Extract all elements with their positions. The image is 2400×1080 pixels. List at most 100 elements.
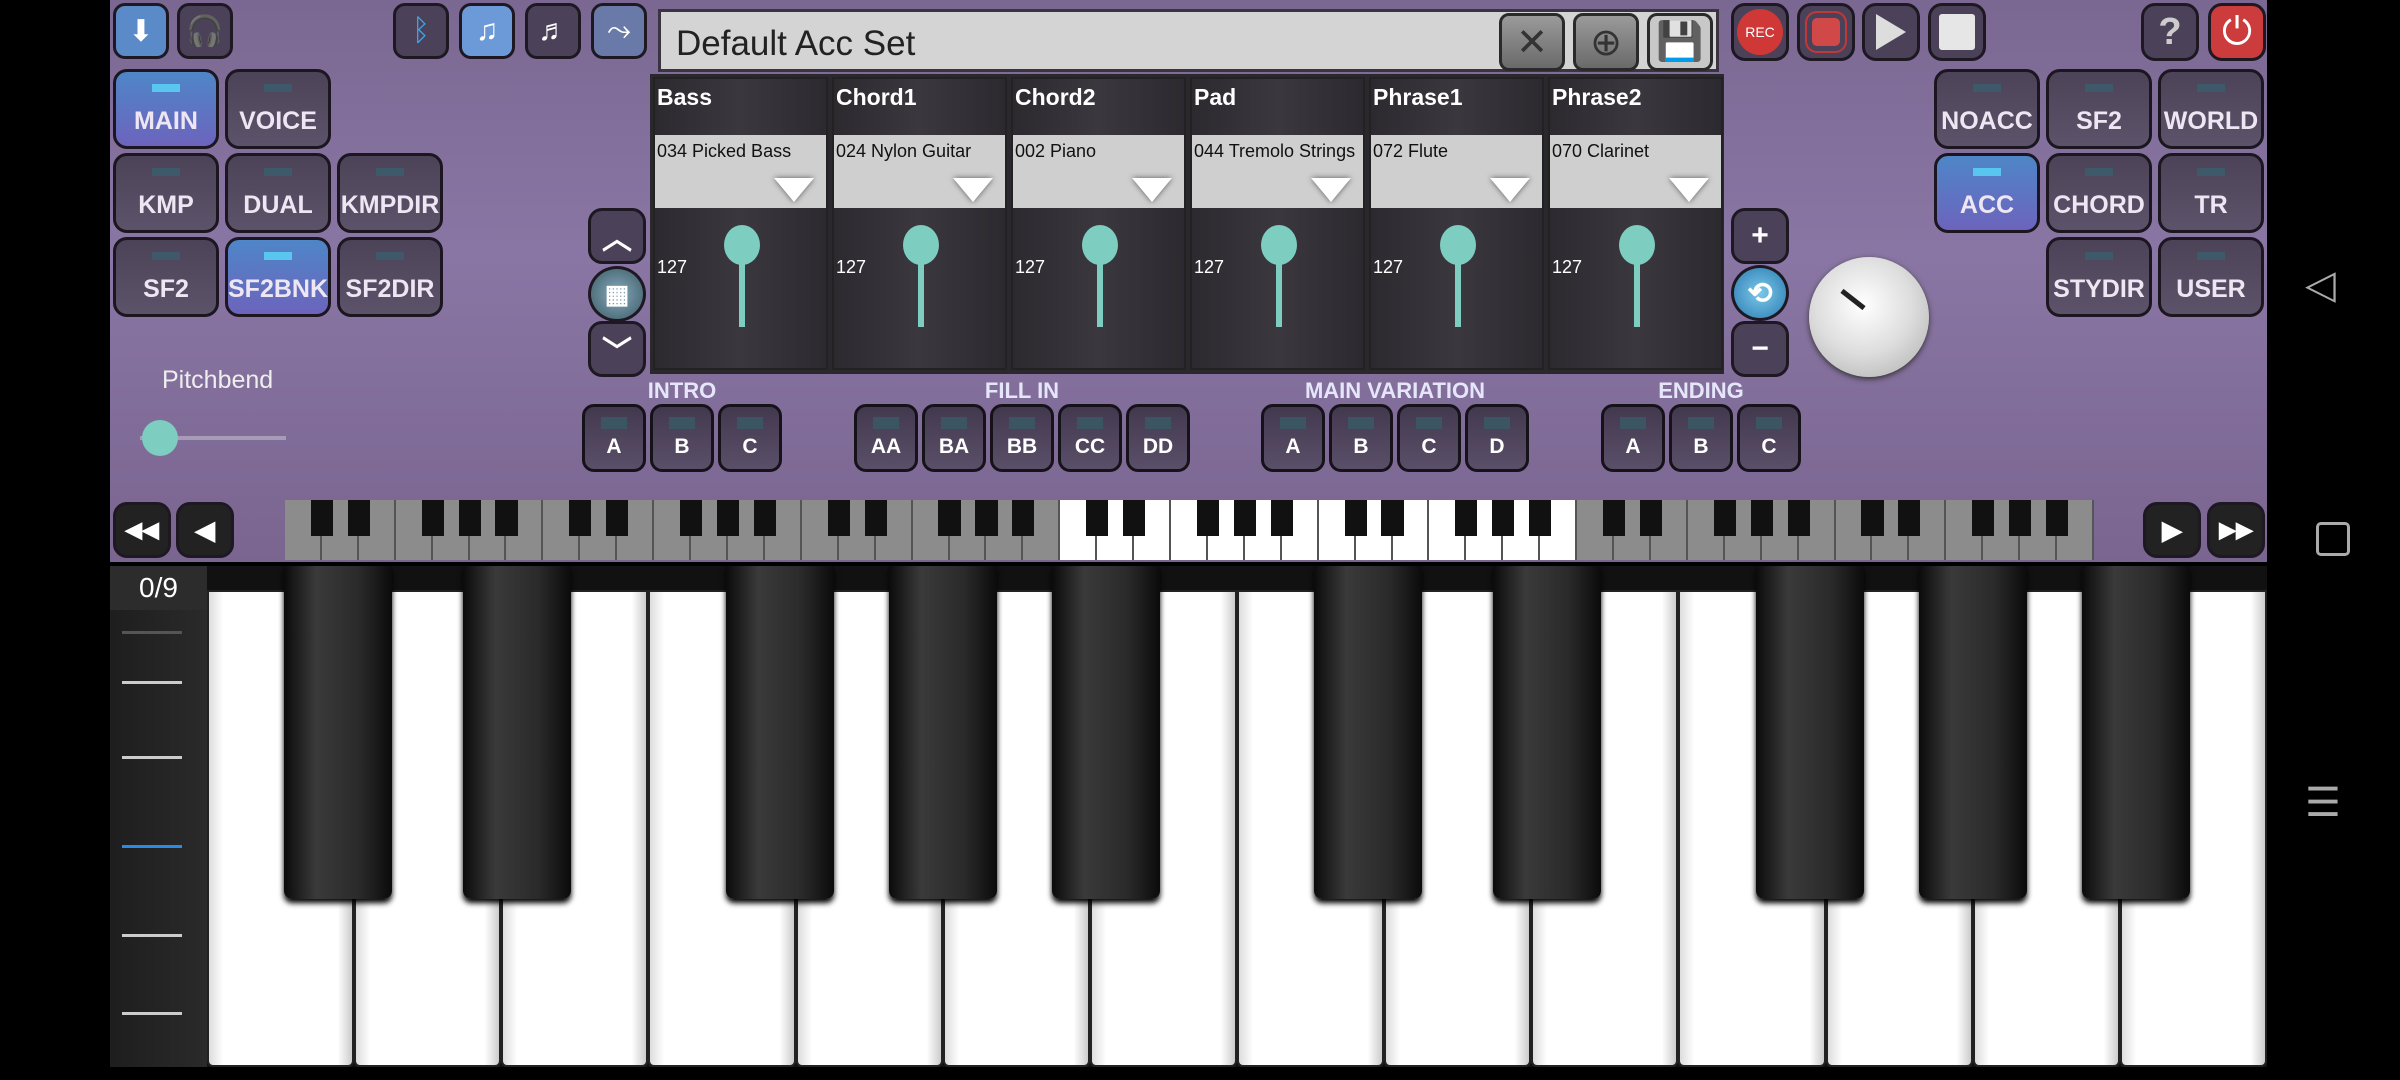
scroll-down-button[interactable]: ﹀ bbox=[588, 321, 646, 377]
help-button[interactable]: ? bbox=[2141, 3, 2199, 61]
black-key[interactable] bbox=[888, 566, 997, 899]
style-mode-button-user[interactable]: USER bbox=[2158, 237, 2264, 317]
section-button-main-variation-d[interactable]: D bbox=[1465, 404, 1529, 472]
volume-slider-thumb[interactable] bbox=[1082, 225, 1118, 265]
rewind-button[interactable]: ◀ bbox=[176, 502, 234, 558]
section-button-main-variation-a[interactable]: A bbox=[1261, 404, 1325, 472]
back-nav-icon[interactable]: ◁ bbox=[2305, 262, 2336, 308]
style-mode-button-stydir[interactable]: STYDIR bbox=[2046, 237, 2152, 317]
style-mode-button-sf2[interactable]: SF2 bbox=[2046, 69, 2152, 149]
volume-slider-thumb[interactable] bbox=[724, 225, 760, 265]
instrument-select[interactable]: 072 Flute bbox=[1371, 135, 1542, 208]
instrument-select[interactable]: 070 Clarinet bbox=[1550, 135, 1721, 208]
style-mode-button-noacc[interactable]: NOACC bbox=[1934, 69, 2040, 149]
record-stop-button[interactable] bbox=[1797, 3, 1855, 61]
fast-forward-button[interactable]: ▶▶ bbox=[2207, 502, 2265, 558]
style-mode-button-world[interactable]: WORLD bbox=[2158, 69, 2264, 149]
section-button-ending-b[interactable]: B bbox=[1669, 404, 1733, 472]
mode-button-kmp[interactable]: KMP bbox=[113, 153, 219, 233]
forward-button[interactable]: ▶ bbox=[2143, 502, 2201, 558]
music-file-icon[interactable]: ♬ bbox=[525, 3, 581, 59]
music-folder-icon[interactable]: ♫ bbox=[459, 3, 515, 59]
keyboard-range-selector[interactable] bbox=[285, 500, 2094, 560]
help-icon: ? bbox=[2158, 10, 2182, 53]
stop-button[interactable] bbox=[1928, 3, 1986, 61]
volume-slider-thumb[interactable] bbox=[1261, 225, 1297, 265]
close-icon[interactable]: ✕ bbox=[1499, 13, 1565, 71]
section-button-fill-in-aa[interactable]: AA bbox=[854, 404, 918, 472]
black-key[interactable] bbox=[2081, 566, 2190, 899]
pitchbend-slider-thumb[interactable] bbox=[142, 420, 178, 456]
instrument-select[interactable]: 034 Picked Bass bbox=[655, 135, 826, 208]
fast-rewind-button[interactable]: ◀◀ bbox=[113, 502, 171, 558]
section-button-intro-c[interactable]: C bbox=[718, 404, 782, 472]
dropdown-arrow-icon[interactable] bbox=[953, 178, 993, 202]
mode-button-dual[interactable]: DUAL bbox=[225, 153, 331, 233]
globe-headphones-icon[interactable]: 🎧 bbox=[177, 3, 233, 59]
mini-black-key bbox=[2009, 500, 2032, 536]
add-button[interactable]: + bbox=[1731, 208, 1789, 264]
dropdown-arrow-icon[interactable] bbox=[1132, 178, 1172, 202]
home-nav-icon[interactable] bbox=[2316, 522, 2350, 556]
add-circle-icon[interactable]: ⊕ bbox=[1573, 13, 1639, 71]
bluetooth-icon[interactable]: ᛒ bbox=[393, 3, 449, 59]
volume-value: 127 bbox=[1194, 257, 1225, 277]
black-key[interactable] bbox=[1051, 566, 1160, 899]
black-key[interactable] bbox=[1755, 566, 1864, 899]
fast-forward-icon: ▶▶ bbox=[2219, 517, 2253, 542]
volume-slider-thumb[interactable] bbox=[1619, 225, 1655, 265]
black-key[interactable] bbox=[1314, 566, 1423, 899]
style-mode-button-chord[interactable]: CHORD bbox=[2046, 153, 2152, 233]
black-key[interactable] bbox=[1918, 566, 2027, 899]
dropdown-arrow-icon[interactable] bbox=[1490, 178, 1530, 202]
section-button-fill-in-bb[interactable]: BB bbox=[990, 404, 1054, 472]
mode-button-voice[interactable]: VOICE bbox=[225, 69, 331, 149]
record-button[interactable]: REC bbox=[1731, 3, 1789, 61]
dropdown-arrow-icon[interactable] bbox=[774, 178, 814, 202]
instrument-select[interactable]: 044 Tremolo Strings bbox=[1192, 135, 1363, 208]
grid-menu-button[interactable]: ▦ bbox=[588, 266, 646, 322]
section-button-fill-in-ba[interactable]: BA bbox=[922, 404, 986, 472]
volume-slider-thumb[interactable] bbox=[903, 225, 939, 265]
share-icon[interactable]: ⤳ bbox=[591, 3, 647, 59]
volume-slider-thumb[interactable] bbox=[1440, 225, 1476, 265]
instrument-select[interactable]: 002 Piano bbox=[1013, 135, 1184, 208]
section-button-ending-c[interactable]: C bbox=[1737, 404, 1801, 472]
black-key[interactable] bbox=[284, 566, 393, 899]
section-button-fill-in-cc[interactable]: CC bbox=[1058, 404, 1122, 472]
mini-black-key bbox=[1344, 500, 1367, 536]
black-key[interactable] bbox=[1493, 566, 1602, 899]
section-button-ending-a[interactable]: A bbox=[1601, 404, 1665, 472]
menu-nav-icon[interactable]: ☰ bbox=[2305, 780, 2341, 826]
dropdown-arrow-icon[interactable] bbox=[1311, 178, 1351, 202]
preset-name-bar[interactable]: Default Acc Set ✕ ⊕ 💾 bbox=[658, 9, 1719, 72]
scroll-up-button[interactable]: ︿ bbox=[588, 208, 646, 264]
mode-button-sf2[interactable]: SF2 bbox=[113, 237, 219, 317]
scroll-position-indicator[interactable] bbox=[122, 845, 182, 848]
dropdown-arrow-icon[interactable] bbox=[1669, 178, 1709, 202]
mode-button-sf2bnk[interactable]: SF2BNK bbox=[225, 237, 331, 317]
minus-button[interactable]: − bbox=[1731, 321, 1789, 377]
folder-download-icon[interactable]: ⬇ bbox=[113, 3, 169, 59]
style-mode-button-tr[interactable]: TR bbox=[2158, 153, 2264, 233]
mini-black-key bbox=[1602, 500, 1626, 536]
black-key[interactable] bbox=[463, 566, 572, 899]
keyboard-side-panel[interactable]: 0/9 bbox=[110, 566, 207, 1067]
section-button-main-variation-b[interactable]: B bbox=[1329, 404, 1393, 472]
mode-button-sf2dir[interactable]: SF2DIR bbox=[337, 237, 443, 317]
save-icon[interactable]: 💾 bbox=[1647, 13, 1713, 71]
black-key[interactable] bbox=[725, 566, 834, 899]
style-mode-button-acc[interactable]: ACC bbox=[1934, 153, 2040, 233]
section-button-fill-in-dd[interactable]: DD bbox=[1126, 404, 1190, 472]
mode-button-kmpdir[interactable]: KMPDIR bbox=[337, 153, 443, 233]
instrument-select[interactable]: 024 Nylon Guitar bbox=[834, 135, 1005, 208]
instrument-name: 024 Nylon Guitar bbox=[836, 141, 972, 161]
power-button[interactable]: ⏻ bbox=[2208, 3, 2266, 61]
play-button[interactable] bbox=[1862, 3, 1920, 61]
section-button-intro-a[interactable]: A bbox=[582, 404, 646, 472]
section-button-main-variation-c[interactable]: C bbox=[1397, 404, 1461, 472]
section-button-intro-b[interactable]: B bbox=[650, 404, 714, 472]
tempo-knob[interactable] bbox=[1809, 257, 1929, 377]
mode-button-main[interactable]: MAIN bbox=[113, 69, 219, 149]
reset-button[interactable]: ⟲ bbox=[1731, 265, 1789, 321]
